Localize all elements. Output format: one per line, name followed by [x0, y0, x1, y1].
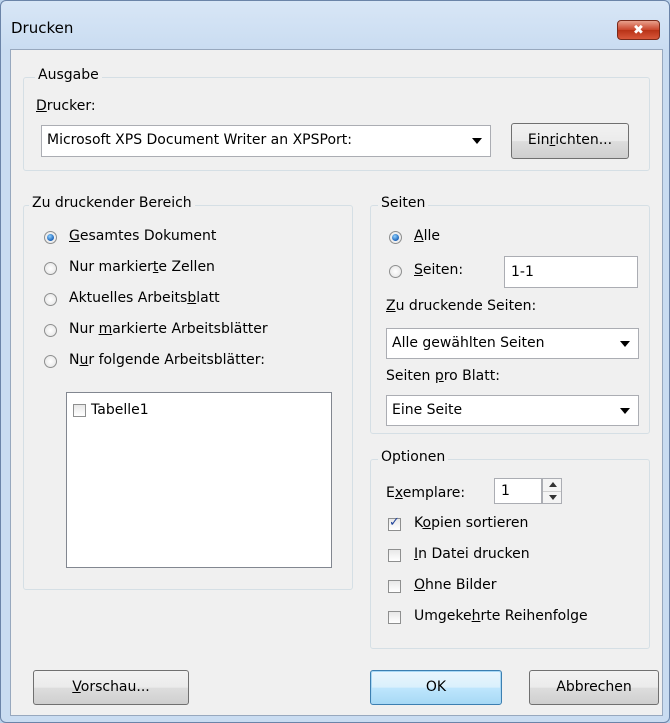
- printer-select-value: Microsoft XPS Document Writer an XPSPort…: [47, 132, 352, 148]
- close-icon: ✖: [633, 23, 644, 38]
- close-button[interactable]: ✖: [617, 20, 660, 40]
- copies-spinner[interactable]: [542, 478, 562, 504]
- window-title: Drucken: [11, 19, 74, 37]
- pages-to-print-label: Zu druckende Seiten:: [386, 298, 537, 314]
- print-range-legend: Zu druckender Bereich: [29, 195, 195, 211]
- copies-label: Exemplare:: [386, 485, 466, 501]
- copies-input[interactable]: 1: [494, 478, 542, 504]
- preview-button[interactable]: Vorschau...: [33, 670, 189, 705]
- output-legend: Ausgabe: [35, 67, 102, 83]
- option-check-label: Umgekehrte Reihenfolge: [414, 608, 588, 624]
- page-range-value: 1-1: [511, 264, 534, 280]
- sheet-label: Tabelle1: [91, 402, 149, 418]
- pages-all-label: Alle: [414, 228, 440, 244]
- range-option-label: Nur markierte Zellen: [69, 259, 215, 275]
- print-dialog-window: Drucken ✖ Ausgabe Drucker: Microsoft XPS…: [0, 0, 670, 723]
- pages-to-print-select[interactable]: Alle gewählten Seiten: [386, 328, 639, 359]
- range-option-label: Gesamtes Dokument: [69, 228, 217, 244]
- chevron-down-icon: [472, 138, 482, 144]
- spin-up-icon[interactable]: [543, 479, 561, 491]
- radio-selected-sheets[interactable]: [44, 324, 57, 337]
- range-option-label: Aktuelles Arbeitsblatt: [69, 290, 220, 306]
- radio-selected-cells[interactable]: [44, 262, 57, 275]
- pages-range-label: Seiten:: [414, 262, 464, 278]
- radio-entire-document[interactable]: [44, 231, 57, 244]
- radio-following-sheets[interactable]: [44, 355, 57, 368]
- collate-checkbox[interactable]: [388, 515, 401, 531]
- printer-select[interactable]: Microsoft XPS Document Writer an XPSPort…: [41, 125, 491, 157]
- printer-label: Drucker:: [36, 98, 96, 114]
- sheet-checkbox[interactable]: [73, 404, 86, 417]
- option-check-label: Kopien sortieren: [414, 515, 529, 531]
- title-bar: Drucken ✖: [1, 1, 669, 49]
- page-range-input[interactable]: 1-1: [504, 256, 638, 288]
- options-legend: Optionen: [378, 449, 449, 465]
- radio-current-sheet[interactable]: [44, 293, 57, 306]
- chevron-down-icon: [620, 408, 630, 414]
- sheet-listbox[interactable]: Tabelle1: [66, 392, 332, 568]
- radio-page-range[interactable]: [389, 265, 402, 278]
- dialog-client-area: Ausgabe Drucker: Microsoft XPS Document …: [10, 49, 663, 716]
- no-images-checkbox[interactable]: [388, 580, 401, 593]
- print-to-file-checkbox[interactable]: [388, 549, 401, 562]
- cancel-button[interactable]: Abbrechen: [529, 670, 659, 705]
- spin-down-icon[interactable]: [543, 491, 561, 504]
- range-option-label: Nur folgende Arbeitsblätter:: [69, 352, 265, 368]
- pages-legend: Seiten: [378, 195, 429, 211]
- chevron-down-icon: [620, 341, 630, 347]
- pages-to-print-value: Alle gewählten Seiten: [392, 335, 545, 351]
- ok-button[interactable]: OK: [370, 670, 502, 705]
- setup-button[interactable]: Einrichten...: [511, 123, 629, 159]
- option-check-label: Ohne Bilder: [414, 577, 497, 593]
- pages-per-sheet-select[interactable]: Eine Seite: [386, 395, 639, 426]
- reverse-order-checkbox[interactable]: [388, 611, 401, 624]
- pages-per-sheet-value: Eine Seite: [392, 402, 463, 418]
- copies-value: 1: [501, 483, 510, 499]
- radio-all-pages[interactable]: [389, 231, 402, 244]
- range-option-label: Nur markierte Arbeitsblätter: [69, 321, 268, 337]
- pages-per-sheet-label: Seiten pro Blatt:: [386, 368, 500, 384]
- option-check-label: In Datei drucken: [414, 546, 530, 562]
